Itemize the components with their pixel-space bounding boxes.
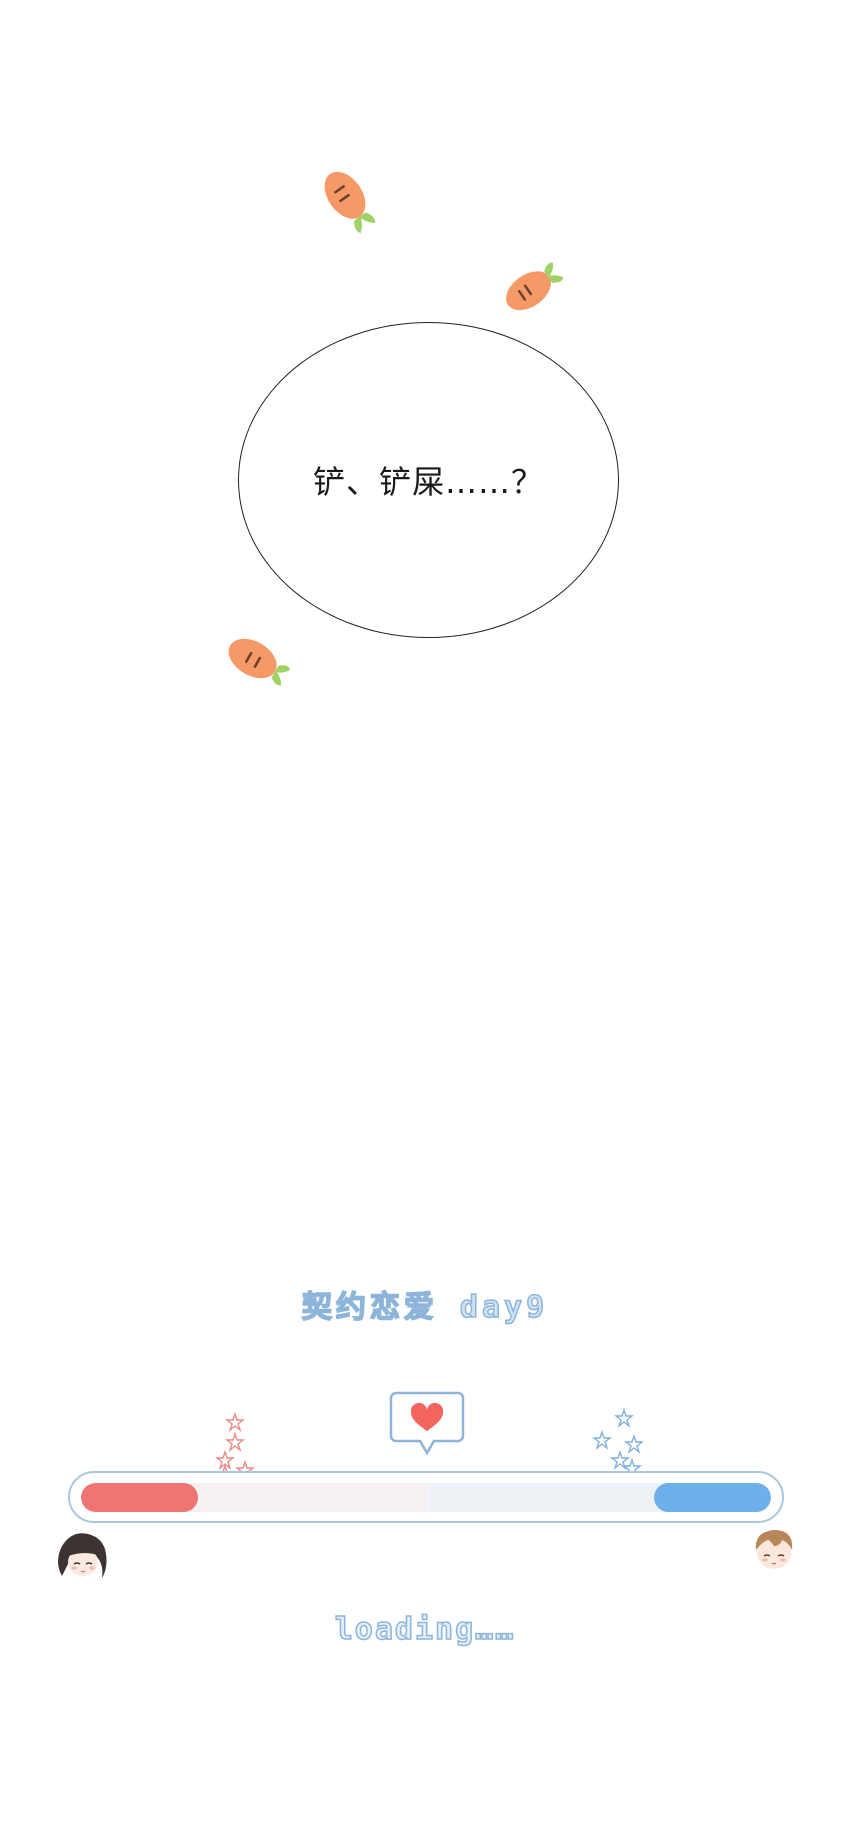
bubble-text: 铲、铲屎……？ (312, 463, 544, 501)
carrot-icon (506, 262, 564, 311)
progress-fill-right (653, 1483, 771, 1512)
progress-fill-left (81, 1483, 199, 1512)
loading-text: loading…… (334, 1611, 516, 1648)
star-icon (592, 1408, 644, 1479)
progress-bar (81, 1483, 771, 1512)
heart-icon (389, 1391, 465, 1456)
girl-avatar (58, 1533, 107, 1578)
chapter-title: 契约恋爱 day9 (301, 1289, 549, 1326)
carrot-icon (324, 171, 376, 234)
speech-bubble: 铲、铲屎……？ (238, 322, 619, 638)
boy-avatar (755, 1530, 793, 1569)
carrot-icon (228, 638, 291, 686)
